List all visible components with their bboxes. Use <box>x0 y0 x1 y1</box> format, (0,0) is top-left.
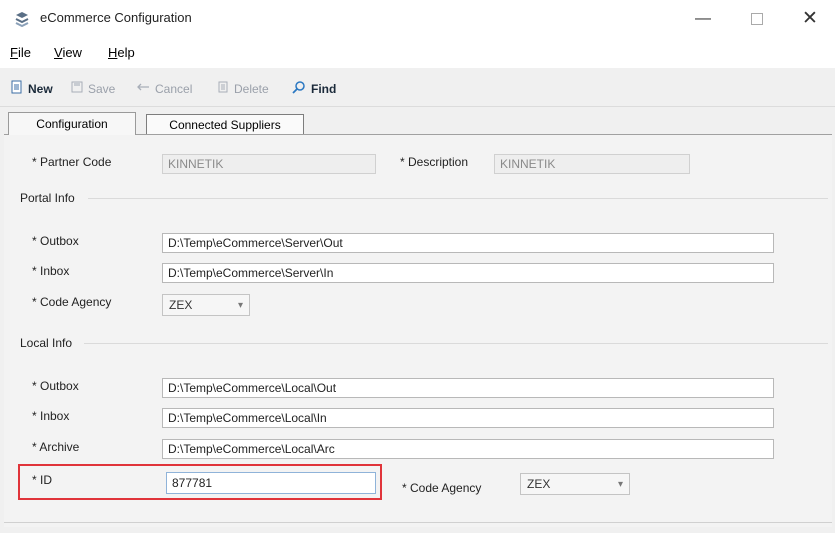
new-document-icon <box>10 80 24 97</box>
local-inbox-label: * Inbox <box>32 409 70 423</box>
local-archive-label: * Archive <box>32 440 80 454</box>
menu-file[interactable]: File <box>10 45 31 60</box>
menu-view[interactable]: View <box>54 45 82 60</box>
local-code-agency-label: * Code Agency <box>402 481 482 495</box>
menu-help[interactable]: Help <box>108 45 135 60</box>
delete-icon <box>216 80 230 97</box>
local-inbox-field[interactable] <box>162 408 774 428</box>
local-info-heading: Local Info <box>20 336 73 350</box>
local-outbox-field[interactable] <box>162 378 774 398</box>
partner-code-label: * Partner Code <box>32 155 112 169</box>
portal-outbox-field[interactable] <box>162 233 774 253</box>
app-logo-icon <box>14 11 30 28</box>
close-button[interactable]: ✕ <box>790 4 830 34</box>
chevron-down-icon: ▾ <box>237 299 243 311</box>
local-outbox-label: * Outbox <box>32 379 79 393</box>
portal-info-heading: Portal Info <box>20 191 75 205</box>
portal-info-divider <box>88 198 828 199</box>
local-info-divider <box>84 343 828 344</box>
description-field[interactable] <box>494 154 690 174</box>
cancel-button[interactable]: Cancel <box>137 80 192 97</box>
new-button[interactable]: New <box>10 80 53 97</box>
portal-code-agency-value: ZEX <box>169 298 193 312</box>
search-icon <box>291 80 307 97</box>
toolbar: New Save Cancel Delete Find <box>0 68 835 107</box>
minimize-button[interactable]: — <box>683 4 723 34</box>
local-archive-field[interactable] <box>162 439 774 459</box>
id-highlight-box <box>18 464 382 500</box>
tab-connected-suppliers[interactable]: Connected Suppliers <box>146 114 304 135</box>
undo-icon <box>137 80 151 97</box>
description-label: * Description <box>400 155 469 169</box>
footer-divider <box>4 522 832 523</box>
local-code-agency-select[interactable]: ZEX ▾ <box>520 473 630 495</box>
portal-code-agency-label: * Code Agency <box>32 295 112 309</box>
portal-outbox-label: * Outbox <box>32 234 79 248</box>
menu-bar: File View Help <box>0 38 835 68</box>
maximize-button[interactable] <box>737 4 777 34</box>
maximize-icon <box>751 12 763 25</box>
window-title: eCommerce Configuration <box>40 10 192 25</box>
portal-inbox-field[interactable] <box>162 263 774 283</box>
tab-configuration[interactable]: Configuration <box>8 112 136 135</box>
portal-code-agency-select[interactable]: ZEX ▾ <box>162 294 250 316</box>
delete-button[interactable]: Delete <box>216 80 269 97</box>
save-icon <box>70 80 84 97</box>
chevron-down-icon: ▾ <box>617 478 623 490</box>
find-button[interactable]: Find <box>291 80 336 97</box>
local-code-agency-value: ZEX <box>527 477 551 491</box>
save-button[interactable]: Save <box>70 80 115 97</box>
title-bar: eCommerce Configuration — ✕ <box>0 0 835 38</box>
portal-inbox-label: * Inbox <box>32 264 70 278</box>
partner-code-field[interactable] <box>162 154 376 174</box>
